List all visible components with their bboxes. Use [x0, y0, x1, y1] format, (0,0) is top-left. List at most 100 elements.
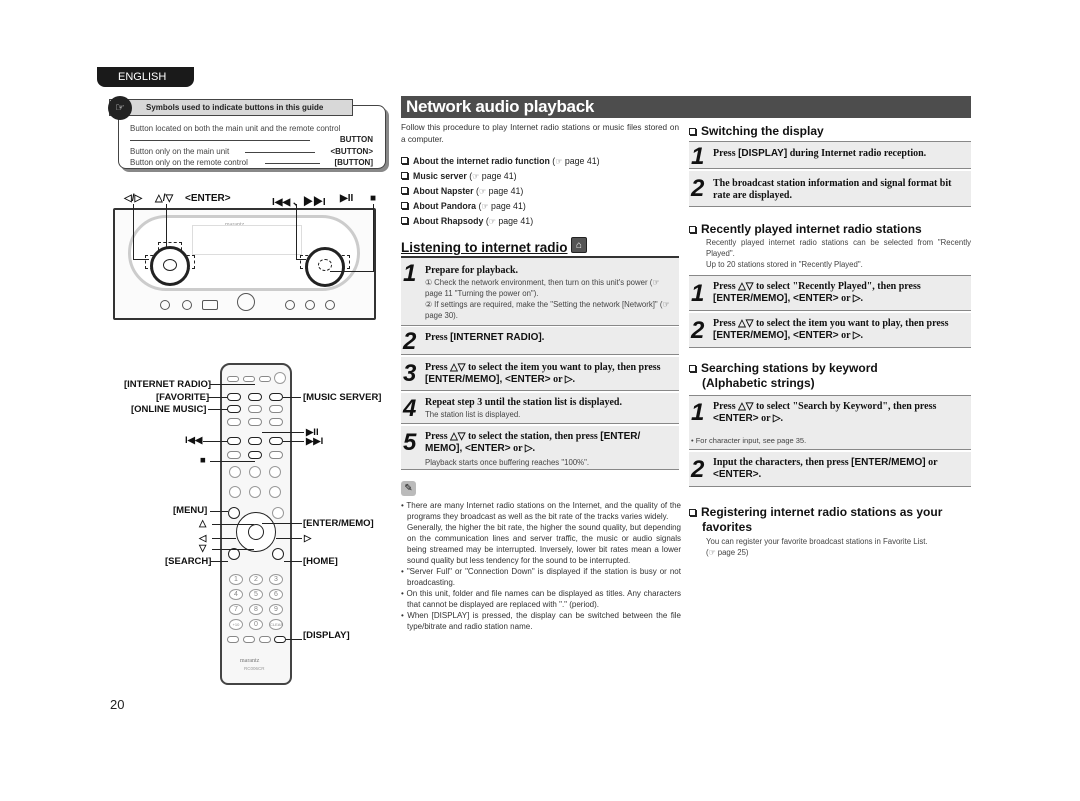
remote-music-server-button[interactable]: [269, 393, 283, 401]
step-1: 1 Prepare for playback. ① Check the netw…: [401, 258, 679, 326]
switching-step-1: 1 Press [DISPLAY] during Internet radio …: [689, 142, 971, 169]
note-item: • On this unit, folder and file names ca…: [401, 589, 681, 609]
remote-random-button[interactable]: [243, 636, 255, 643]
remote-vol-up-button[interactable]: [269, 466, 281, 478]
label-music-server: [MUSIC SERVER]: [303, 392, 382, 403]
remote-keypad-button[interactable]: 2: [249, 574, 263, 585]
reference-item[interactable]: About Pandora (☞ page 41): [401, 199, 679, 214]
section-heading-registering: Registering internet radio stations as y…: [689, 505, 942, 535]
remote-keypad-button[interactable]: 5: [249, 589, 263, 600]
remote-stop-button[interactable]: [248, 451, 262, 459]
remote-ipod-button[interactable]: [248, 405, 262, 413]
step-title: Repeat step 3 until the station list is …: [425, 397, 622, 408]
pointing-hand-icon: ☞: [472, 172, 480, 181]
registering-page-ref[interactable]: (☞ page 25): [706, 547, 971, 558]
remote-ch-down-button[interactable]: [229, 486, 241, 498]
leader-line: [212, 549, 254, 550]
note-item: • There are many Internet radio stations…: [401, 501, 681, 521]
remote-clock-button[interactable]: [243, 376, 255, 382]
page-title: Network audio playback: [401, 96, 971, 118]
step-number: 1: [691, 280, 705, 307]
main-unit-knob: [285, 300, 295, 310]
step-number: 1: [691, 399, 705, 426]
remote-keypad-button[interactable]: 4: [229, 589, 243, 600]
leader-line: [210, 511, 228, 512]
reference-item[interactable]: Music server (☞ page 41): [401, 169, 679, 184]
remote-sound-mode-button[interactable]: [249, 486, 261, 498]
remote-home-button[interactable]: [272, 548, 284, 560]
reference-item[interactable]: About Napster (☞ page 41): [401, 184, 679, 199]
remote-disc-button[interactable]: [248, 418, 262, 426]
remote-rewind-button[interactable]: [227, 451, 241, 459]
remote-keypad-button[interactable]: +10: [229, 619, 243, 630]
remote-sleep-button[interactable]: [227, 376, 239, 382]
leader-line: [276, 538, 302, 539]
step-3: 3 Press △▽ to select the item you want t…: [401, 357, 679, 391]
leader-line: [133, 204, 134, 260]
step-title: The broadcast station information and si…: [713, 178, 952, 201]
symbols-legend-tag-remote: [BUTTON]: [334, 158, 373, 167]
arrow-line: [265, 163, 320, 164]
recently-body: Recently played internet radio stations …: [706, 238, 971, 258]
remote-aux-button[interactable]: [269, 418, 283, 426]
remote-power-button[interactable]: [274, 372, 286, 384]
remote-mute-button[interactable]: [249, 466, 261, 478]
label-play-pause: ▶II: [340, 193, 354, 204]
leader-line: [210, 384, 255, 385]
remote-mpoint-button[interactable]: [269, 405, 283, 413]
remote-skip-fwd-button[interactable]: [269, 437, 283, 445]
remote-ffwd-button[interactable]: [269, 451, 283, 459]
remote-skip-back-button[interactable]: [227, 437, 241, 445]
pointing-hand-icon: ☞: [108, 96, 132, 120]
remote-keypad-button[interactable]: 0: [249, 619, 263, 630]
label-up: △: [199, 518, 207, 529]
remote-display-button[interactable]: [274, 636, 286, 643]
remote-index-button[interactable]: [272, 507, 284, 519]
step-title: Press △▽ to select the item you want to …: [425, 362, 661, 385]
note-item: Generally, the higher the bit rate, the …: [407, 523, 681, 565]
step-number: 2: [403, 328, 417, 355]
remote-menu-button[interactable]: [228, 507, 240, 519]
remote-ch-up-button[interactable]: [229, 466, 241, 478]
symbols-legend-tag-both: BUTTON: [339, 135, 373, 144]
remote-vol-down-button[interactable]: [269, 486, 281, 498]
step-number: 5: [403, 429, 417, 456]
step-body: ② If settings are required, make the "Se…: [425, 300, 670, 320]
switching-step-2: 2 The broadcast station information and …: [689, 171, 971, 207]
remote-play-pause-button[interactable]: [248, 437, 262, 445]
label-skip-fwd: ▶▶I: [306, 436, 324, 447]
remote-keypad-button[interactable]: 7: [229, 604, 243, 615]
remote-keypad-button[interactable]: CLEAR: [269, 619, 283, 630]
leader-line: [212, 524, 254, 525]
leader-line: [373, 204, 374, 272]
label-skip: I◀◀ 、▶▶I: [272, 197, 326, 208]
remote-favorite-button[interactable]: [227, 393, 241, 401]
note-item: • When [DISPLAY] is pressed, the display…: [401, 611, 681, 631]
remote-keypad-button[interactable]: 8: [249, 604, 263, 615]
label-down: ▽: [199, 543, 207, 554]
label-internet-radio: [INTERNET RADIO]: [124, 379, 212, 390]
reference-item[interactable]: About the internet radio function (☞ pag…: [401, 154, 679, 169]
label-stop: ■: [370, 193, 377, 204]
remote-tuner-button[interactable]: [227, 418, 241, 426]
remote-keypad-button[interactable]: 6: [269, 589, 283, 600]
arrow-line: [130, 140, 310, 141]
remote-repeat-button[interactable]: [259, 636, 271, 643]
remote-program-button[interactable]: [227, 636, 239, 643]
remote-keypad-button[interactable]: 3: [269, 574, 283, 585]
reference-item[interactable]: About Rhapsody (☞ page 41): [401, 214, 679, 229]
main-unit-display: [192, 225, 302, 255]
label-online-music: [ONLINE MUSIC]: [131, 404, 207, 415]
leader-line: [208, 397, 228, 398]
section-heading-switching: Switching the display: [689, 124, 824, 139]
remote-keypad-button[interactable]: 9: [269, 604, 283, 615]
remote-online-music-button[interactable]: [227, 405, 241, 413]
main-unit-play-button[interactable]: [318, 259, 332, 271]
remote-dimmer-button[interactable]: [259, 376, 271, 382]
remote-internet-radio-button[interactable]: [248, 393, 262, 401]
remote-keypad-button[interactable]: 1: [229, 574, 243, 585]
symbols-legend-line-remote: Button only on the remote control: [130, 158, 248, 167]
main-unit-enter-button[interactable]: [163, 259, 177, 271]
leader-line: [296, 204, 297, 260]
remote-enter-memo-button[interactable]: [248, 524, 264, 540]
